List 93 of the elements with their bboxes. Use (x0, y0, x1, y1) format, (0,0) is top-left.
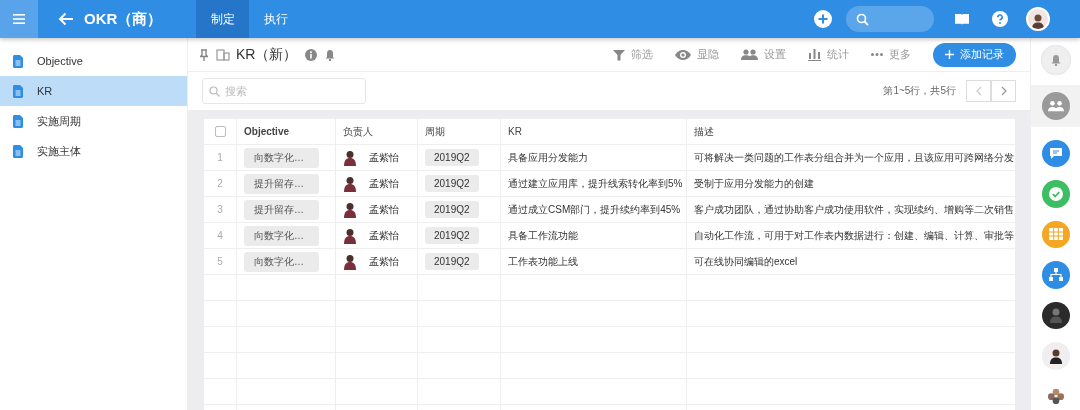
table-cell: 客户成功团队，通过协助客户成功使用软件，实现续约、增购等二次销售 (694, 203, 1014, 215)
table-cell: 受制于应用分发能力的创建 (694, 177, 814, 189)
filter-icon (613, 48, 625, 61)
table-cell: 具备工作流功能 (508, 229, 578, 241)
org-chart-icon (1048, 268, 1063, 282)
select-all-checkbox[interactable] (214, 126, 226, 138)
person-avatar (343, 149, 357, 166)
period-tag: 2019Q2 (425, 227, 479, 244)
people-icon (741, 49, 758, 60)
app-title: OKR（商） (84, 9, 164, 29)
period-tag: 2019Q2 (425, 201, 479, 218)
table-cell: 可将解决一类问题的工作表分组合并为一个应用，且该应用可跨网络分发 (694, 151, 1014, 163)
task-button[interactable] (1041, 180, 1070, 208)
owner-name: 孟紫怡 (369, 202, 399, 217)
bell-icon (1050, 53, 1061, 66)
document-icon (13, 54, 23, 68)
search-icon (856, 12, 869, 26)
search-icon (209, 86, 220, 97)
sidebar-item[interactable]: KR (0, 76, 187, 106)
building-icon (216, 48, 230, 61)
menu-button[interactable] (0, 0, 38, 38)
message-icon (1049, 147, 1062, 160)
plus-circle-icon (814, 10, 832, 28)
bell-icon (325, 48, 336, 61)
user-avatar[interactable] (1026, 7, 1050, 31)
menu-icon (13, 14, 25, 24)
objective-tag: 向数字化… (244, 147, 319, 168)
sidebar-item[interactable]: 实施周期 (0, 106, 187, 136)
person-avatar (343, 175, 357, 192)
search-field[interactable]: 搜索 (202, 78, 366, 104)
column-header[interactable]: Objective (244, 126, 290, 137)
notification-button[interactable] (1040, 45, 1071, 75)
help-icon (992, 11, 1008, 27)
objective-tag: 提升留存… (244, 199, 319, 220)
objective-tag: 向数字化… (244, 251, 319, 272)
check-circle-icon (1048, 186, 1063, 201)
period-tag: 2019Q2 (425, 253, 479, 270)
eye-icon (675, 49, 691, 60)
sidebar-item[interactable]: 实施主体 (0, 136, 187, 166)
row-number: 1 (217, 152, 223, 163)
person-avatar (343, 253, 357, 270)
owner-name: 孟紫怡 (369, 254, 399, 269)
plus-icon (945, 50, 954, 59)
table-cell: 通过建立应用库，提升线索转化率到5% (508, 177, 683, 189)
owner-name: 孟紫怡 (369, 228, 399, 243)
search-field[interactable] (846, 6, 934, 32)
sheet-button[interactable] (1041, 220, 1070, 248)
row-number: 2 (217, 178, 223, 189)
table-cell: 自动化工作流，可用于对工作表内数据进行：创建、编辑、计算、审批等 (694, 229, 1014, 241)
help-button[interactable] (992, 11, 1008, 27)
owner-name: 孟紫怡 (369, 150, 399, 165)
table-cell: 可在线协同编辑的excel (694, 255, 798, 267)
pagination-info: 第1~5行，共5行 (883, 84, 956, 98)
column-header[interactable]: 周期 (425, 125, 445, 137)
contact-avatar[interactable] (1041, 342, 1070, 370)
org-chart-button[interactable] (1041, 261, 1070, 289)
column-header[interactable]: 描述 (694, 125, 714, 137)
book-icon (954, 12, 970, 26)
period-tag: 2019Q2 (425, 175, 479, 192)
chat-button[interactable] (1041, 139, 1070, 167)
owner-name: 孟紫怡 (369, 176, 399, 191)
people-icon (1047, 99, 1064, 112)
person-avatar (343, 201, 357, 218)
document-icon (13, 144, 23, 158)
chevron-right-icon (1000, 86, 1007, 96)
table-cell: 具备应用分发能力 (508, 151, 588, 163)
table-cell: 通过成立CSM部门，提升续约率到45% (508, 203, 681, 215)
more-icon (871, 53, 883, 56)
document-icon (13, 114, 23, 128)
back-arrow-icon (58, 12, 74, 26)
group-button[interactable] (1041, 91, 1070, 120)
row-number: 4 (217, 230, 223, 241)
objective-tag: 向数字化… (244, 225, 319, 246)
sidebar-item[interactable]: Objective (0, 46, 187, 76)
person-avatar (343, 227, 357, 244)
nav-tab[interactable]: 制定 (196, 0, 249, 38)
document-icon (13, 84, 23, 98)
info-icon (305, 48, 318, 61)
add-button[interactable] (814, 10, 832, 28)
sheet-title: KR（新） (236, 45, 298, 64)
pin-icon (200, 48, 208, 61)
bar-chart-icon (808, 48, 821, 61)
objective-tag: 提升留存… (244, 173, 319, 194)
book-button[interactable] (954, 12, 970, 26)
period-tag: 2019Q2 (425, 149, 479, 166)
row-number: 5 (217, 256, 223, 267)
column-header[interactable]: KR (508, 126, 522, 137)
chevron-left-icon (975, 86, 982, 96)
column-header[interactable]: 负责人 (343, 125, 373, 137)
contact-avatar[interactable] (1041, 301, 1070, 329)
row-number: 3 (217, 204, 223, 215)
table-cell: 工作表功能上线 (508, 255, 578, 267)
grid-icon (1048, 228, 1063, 241)
